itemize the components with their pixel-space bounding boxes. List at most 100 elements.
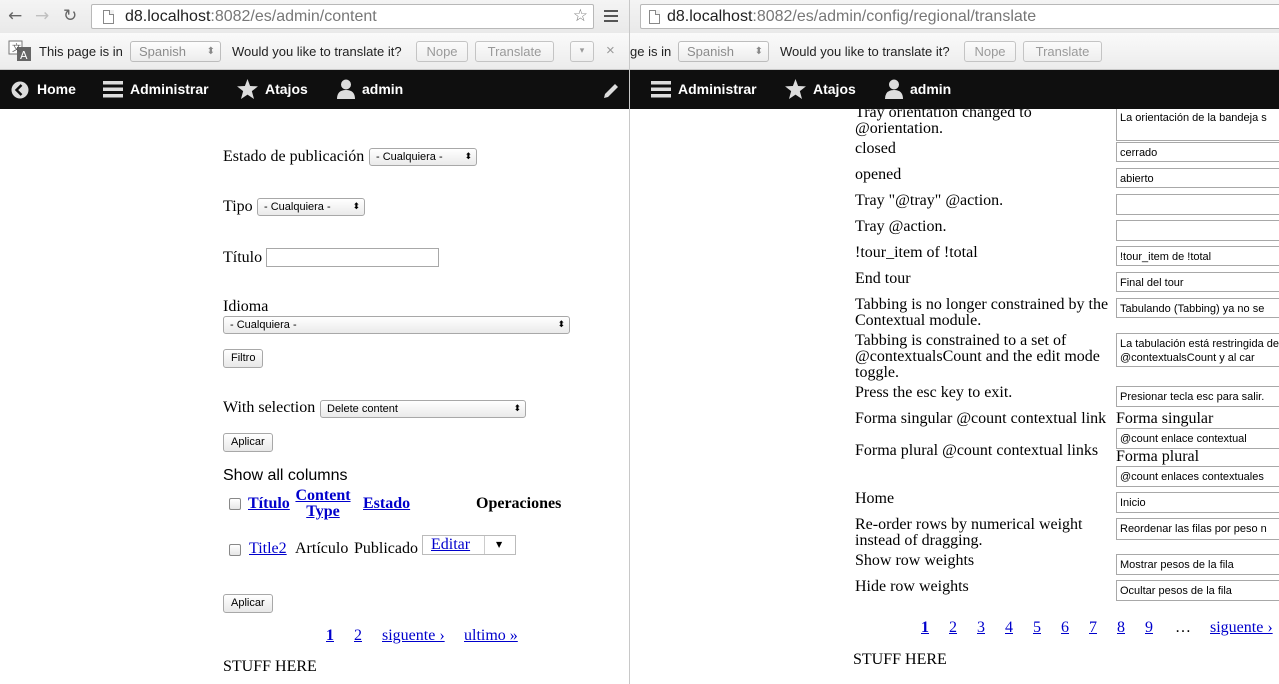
translate-infobar: 文 A This page is in Spanish Would you li… [0, 33, 629, 70]
bulk-action-select[interactable]: Delete content [320, 400, 526, 418]
toolbar-admin[interactable]: admin [362, 81, 403, 97]
translation-field[interactable] [1116, 194, 1279, 215]
translation-field[interactable]: Tabulando (Tabbing) ya no se [1116, 298, 1279, 318]
tipo-select[interactable]: - Cualquiera - [257, 198, 365, 216]
translation-field[interactable]: Mostrar pesos de la fila [1116, 554, 1279, 575]
infobar-question: Would you like to translate it? [232, 44, 402, 59]
row-checkbox[interactable] [229, 544, 241, 556]
apply-button-top[interactable]: Aplicar [223, 433, 273, 452]
infobar-question: Would you like to translate it? [780, 44, 950, 59]
language-select[interactable]: Spanish [130, 41, 221, 62]
back-icon[interactable]: ← [8, 6, 22, 26]
pager-current[interactable]: 1 [921, 619, 929, 637]
dropdown-toggle-icon[interactable]: ▼ [496, 540, 502, 549]
pencil-icon[interactable] [603, 81, 621, 99]
source-string: Press the esc key to exit. [855, 384, 1013, 401]
titulo-label: Título [223, 249, 263, 266]
translation-field[interactable] [1116, 220, 1279, 241]
browser-menu-icon[interactable] [604, 10, 618, 22]
source-string: Show row weights [855, 552, 975, 569]
source-string: Tray @action. [855, 218, 947, 235]
header-titulo[interactable]: Título [248, 495, 290, 513]
translation-field[interactable]: Final del tour [1116, 272, 1279, 292]
address-bar[interactable]: d8.localhost:8082/es/admin/config/region… [640, 4, 1279, 29]
translate-button[interactable]: Translate [475, 41, 554, 62]
pager-item[interactable]: 2 [949, 619, 957, 637]
estado-select[interactable]: - Cualquiera - [369, 148, 477, 166]
translation-field[interactable]: Ocultar pesos de la fila [1116, 580, 1279, 601]
row-type: Artículo [295, 540, 349, 557]
plural-form-label: Forma plural [1116, 448, 1200, 465]
translation-field[interactable]: !tour_item de !total [1116, 246, 1279, 266]
translation-field[interactable]: Inicio [1116, 492, 1279, 513]
source-string: Tray orientation changed to @orientation… [855, 109, 1032, 137]
toolbar-home[interactable]: Home [37, 81, 76, 97]
filtro-button[interactable]: Filtro [223, 349, 264, 368]
infobar-page-is-in: This page is in [39, 44, 123, 59]
translation-field[interactable]: Presionar tecla esc para salir. [1116, 386, 1279, 407]
reload-icon[interactable]: ↻ [63, 6, 77, 26]
pager-item[interactable]: 2 [354, 627, 362, 645]
translation-field[interactable]: @count enlace contextual [1116, 428, 1279, 449]
nope-button[interactable]: Nope [416, 41, 468, 62]
pager-item[interactable]: 3 [977, 619, 985, 637]
pager-last[interactable]: ultimo » [464, 627, 518, 645]
translation-field[interactable]: @count enlaces contextuales [1116, 466, 1279, 487]
select-all-checkbox[interactable] [229, 498, 241, 510]
infobar-close-icon[interactable]: × [606, 42, 615, 59]
translate-button[interactable]: Translate [1023, 41, 1102, 62]
translation-field[interactable]: Reordenar las filas por peso n [1116, 518, 1279, 540]
menu-icon [103, 81, 123, 98]
page-icon [103, 10, 114, 24]
star-icon [237, 79, 258, 99]
translation-field[interactable]: abierto [1116, 168, 1279, 188]
pager-item[interactable]: 4 [1005, 619, 1013, 637]
url-path: :8082/es/admin/config/regional/translate [752, 8, 1037, 25]
pager-item[interactable]: 9 [1145, 619, 1153, 637]
nope-button[interactable]: Nope [964, 41, 1016, 62]
pager-item[interactable]: 8 [1117, 619, 1125, 637]
source-string: Hide row weights [855, 578, 969, 595]
translation-field[interactable]: La tabulación está restringida de @conte… [1116, 333, 1279, 367]
toolbar-administrar[interactable]: Administrar [130, 81, 209, 97]
bookmark-star-icon[interactable]: ☆ [573, 5, 588, 28]
tipo-label: Tipo [223, 198, 253, 215]
header-operaciones: Operaciones [476, 495, 562, 512]
toolbar-atajos[interactable]: Atajos [265, 81, 308, 97]
right-browser-window: d8.localhost:8082/es/admin/config/region… [630, 0, 1279, 684]
language-select[interactable]: Spanish [678, 41, 769, 62]
forward-icon[interactable]: → [35, 6, 49, 26]
editar-link[interactable]: Editar [431, 536, 470, 554]
source-string: closed [855, 140, 896, 157]
pager-item[interactable]: 7 [1089, 619, 1097, 637]
browser-toolbar: ← → ↻ d8.localhost:8082/es/admin/content… [0, 0, 629, 33]
toolbar-administrar[interactable]: Administrar [678, 81, 757, 97]
toolbar-admin[interactable]: admin [910, 81, 951, 97]
titulo-input[interactable] [266, 248, 439, 267]
source-string: !tour_item of !total [855, 244, 978, 261]
address-bar[interactable]: d8.localhost:8082/es/admin/content ☆ [91, 4, 594, 29]
header-estado[interactable]: Estado [363, 495, 410, 513]
show-all-columns-link[interactable]: Show all columns [223, 467, 348, 485]
source-string: Tabbing is constrained to a set of @cont… [855, 332, 1100, 381]
row-status: Publicado [354, 540, 418, 557]
browser-toolbar: d8.localhost:8082/es/admin/config/region… [630, 0, 1279, 33]
translate-icon: 文 A [8, 40, 31, 62]
toolbar-atajos[interactable]: Atajos [813, 81, 856, 97]
pager-current[interactable]: 1 [326, 627, 334, 645]
menu-icon [651, 81, 671, 98]
page-icon [649, 10, 660, 24]
idioma-select[interactable]: - Cualquiera - [223, 316, 570, 334]
translation-field[interactable]: cerrado [1116, 142, 1279, 162]
infobar-options-button[interactable]: ▾ [570, 41, 594, 62]
with-selection-label: With selection [223, 399, 316, 416]
apply-button-bottom[interactable]: Aplicar [223, 594, 273, 613]
row-title-link[interactable]: Title2 [249, 540, 287, 558]
pager-item[interactable]: 6 [1061, 619, 1069, 637]
translation-field[interactable]: La orientación de la bandeja s [1116, 109, 1279, 141]
pager-next[interactable]: siguente › [382, 627, 445, 645]
pager-item[interactable]: 5 [1033, 619, 1041, 637]
header-content-type[interactable]: Content Type [294, 488, 352, 520]
pager-next[interactable]: siguente › [1210, 619, 1273, 637]
user-icon [337, 79, 355, 99]
